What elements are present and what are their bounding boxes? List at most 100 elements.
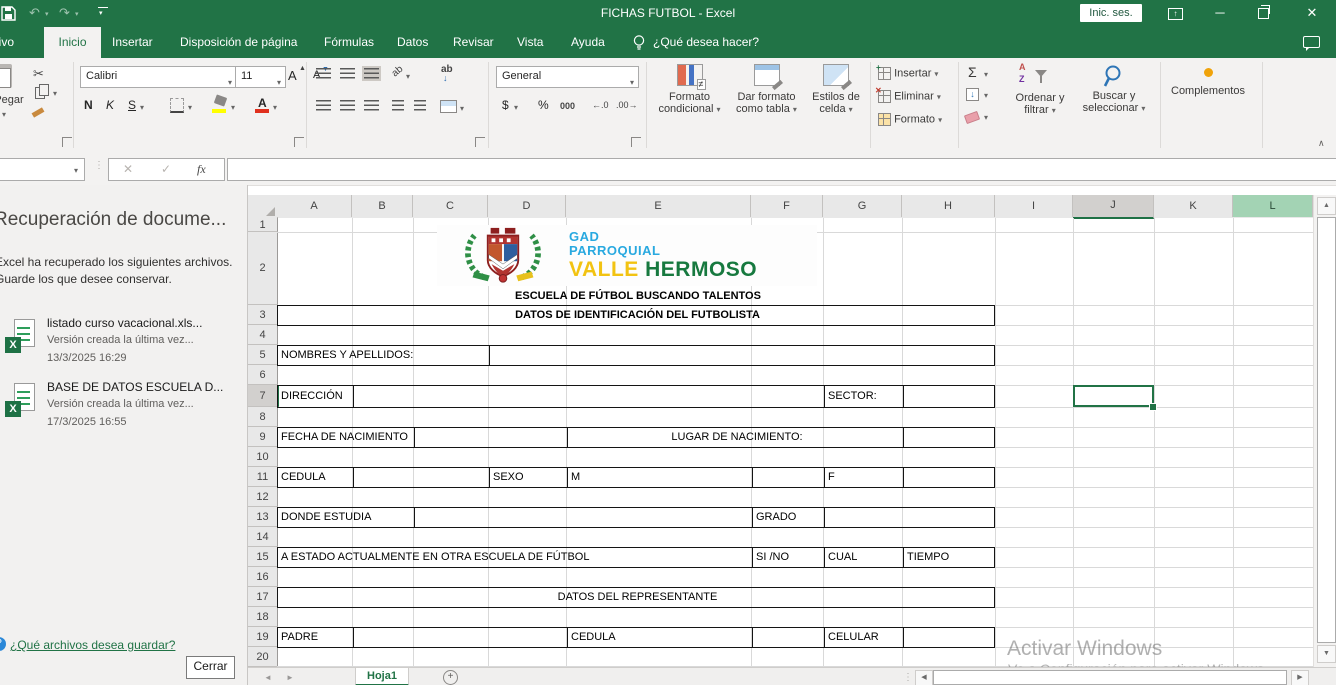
column-header-L[interactable]: L <box>1233 195 1313 217</box>
row-header-6[interactable]: 6 <box>248 365 278 385</box>
increase-decimal-icon[interactable]: ←.0 <box>592 100 609 110</box>
italic-button[interactable]: K <box>106 98 114 112</box>
minimize-button[interactable]: ─ <box>1210 4 1230 22</box>
column-header-B[interactable]: B <box>352 195 413 217</box>
comments-icon[interactable] <box>1303 36 1320 48</box>
tab-revisar[interactable]: Revisar <box>453 27 494 58</box>
format-as-table-button[interactable]: Dar formato como tabla ▾ <box>729 62 804 134</box>
row-header-5[interactable]: 5 <box>248 345 278 365</box>
currency-dropdown-icon[interactable]: ▾ <box>514 103 518 112</box>
merge-dropdown-icon[interactable]: ▾ <box>460 104 464 113</box>
row-header-15[interactable]: 15 <box>248 547 278 567</box>
find-select-button[interactable]: Buscar y seleccionar ▾ <box>1078 62 1150 134</box>
which-files-link[interactable]: ¿Qué archivos desea guardar? <box>10 638 175 652</box>
tab-datos[interactable]: Datos <box>397 27 428 58</box>
paste-dropdown-icon[interactable]: ▾ <box>2 110 6 119</box>
add-ins-button[interactable]: Complementos <box>1158 62 1258 134</box>
horizontal-scroll-thumb[interactable] <box>933 670 1287 685</box>
column-header-F[interactable]: F <box>751 195 823 217</box>
cedula-input-cell[interactable] <box>353 468 354 487</box>
row-cedula[interactable]: CEDULA SEXO M F <box>277 467 995 488</box>
nombres-input-cell[interactable] <box>489 346 490 365</box>
grado-input-cell[interactable] <box>824 508 825 527</box>
collapse-ribbon-icon[interactable]: ∧ <box>1318 138 1325 149</box>
sexo-m-cell[interactable]: M <box>567 468 752 487</box>
sheet-tab-hoja1[interactable]: Hoja1 <box>355 668 409 685</box>
number-format-dropdown-icon[interactable]: ▾ <box>630 73 634 92</box>
orientation-dropdown-icon[interactable]: ▾ <box>406 72 410 81</box>
row-header-20[interactable]: 20 <box>248 647 278 667</box>
sexo-f-mark-cell[interactable] <box>903 468 904 487</box>
format-dropdown-icon[interactable]: ▾ <box>938 115 942 124</box>
row-header-14[interactable]: 14 <box>248 527 278 547</box>
clipboard-dialog-launcher-icon[interactable] <box>62 137 72 147</box>
tell-me-box[interactable]: ¿Qué desea hacer? <box>653 27 759 58</box>
grado-cell[interactable]: GRADO <box>752 508 824 527</box>
celular-cell[interactable]: CELULAR <box>824 628 903 647</box>
lugar-cell[interactable]: LUGAR DE NACIMIENTO: <box>567 428 903 447</box>
column-header-E[interactable]: E <box>566 195 751 217</box>
column-header-I[interactable]: I <box>995 195 1073 217</box>
tab-archivo[interactable]: Archivo <box>0 27 14 58</box>
row-header-13[interactable]: 13 <box>248 507 278 527</box>
active-cell[interactable] <box>1073 385 1154 407</box>
sort-filter-button[interactable]: A Z Ordenar y filtrar ▾ <box>1005 62 1075 134</box>
thousands-format-button[interactable]: 000 <box>560 101 575 111</box>
sector-input-cell[interactable] <box>903 386 904 407</box>
clear-icon[interactable] <box>964 111 980 124</box>
enter-icon[interactable]: ✓ <box>161 162 171 176</box>
sign-in-button[interactable]: Inic. ses. <box>1080 4 1142 22</box>
column-header-J[interactable]: J <box>1073 195 1154 219</box>
row-header-19[interactable]: 19 <box>248 627 278 647</box>
row-fecha[interactable]: FECHA DE NACIMIENTO LUGAR DE NACIMIENTO: <box>277 427 995 448</box>
align-bottom-icon[interactable] <box>364 68 379 79</box>
row-header-4[interactable]: 4 <box>248 325 278 345</box>
underline-dropdown-icon[interactable]: ▾ <box>140 103 144 112</box>
currency-format-button[interactable]: $ <box>502 98 509 112</box>
alignment-dialog-launcher-icon[interactable] <box>475 137 485 147</box>
direccion-input-cell[interactable] <box>353 386 354 407</box>
number-format-combo[interactable]: General▾ <box>496 66 639 88</box>
scroll-up-icon[interactable]: ▲ <box>1317 197 1336 215</box>
ribbon-display-options-icon[interactable]: ↑ <box>1168 8 1183 20</box>
conditional-formatting-button[interactable]: ≠ Formato condicional ▾ <box>652 62 727 134</box>
sector-cell[interactable]: SECTOR: <box>824 386 903 407</box>
font-color-icon[interactable]: A <box>258 96 267 110</box>
row-header-12[interactable]: 12 <box>248 487 278 507</box>
align-left-icon[interactable] <box>316 100 331 111</box>
row-padre[interactable]: PADRE CEDULA CELULAR <box>277 627 995 648</box>
copy-icon[interactable] <box>35 87 45 99</box>
redo-icon[interactable]: ↷ <box>59 6 70 19</box>
row-header-1[interactable]: 1 <box>248 218 278 232</box>
close-button[interactable]: ✕ <box>1302 4 1322 22</box>
cut-icon[interactable]: ✂ <box>33 66 44 82</box>
row-estado[interactable]: A ESTADO ACTUALMENTE EN OTRA ESCUELA DE … <box>277 547 995 568</box>
tab-formulas[interactable]: Fórmulas <box>324 27 374 58</box>
tab-vista[interactable]: Vista <box>517 27 543 58</box>
bold-button[interactable]: N <box>84 98 93 112</box>
column-header-A[interactable]: A <box>277 195 352 217</box>
club-logo-image[interactable]: GAD PARROQUIAL VALLE HERMOSO <box>437 225 817 286</box>
font-dialog-launcher-icon[interactable] <box>294 137 304 147</box>
recovered-file-item[interactable]: X listado curso vacacional.xls... Versió… <box>0 313 247 375</box>
row-direccion[interactable]: DIRECCIÓN SECTOR: <box>277 385 995 408</box>
column-header-G[interactable]: G <box>823 195 902 217</box>
row-header-2[interactable]: 2 <box>248 232 278 305</box>
qat-customize-caret-icon[interactable]: ▾ <box>99 9 103 17</box>
paste-button[interactable]: Pegar <box>0 94 34 106</box>
row-header-11[interactable]: 11 <box>248 467 278 487</box>
font-name-combo[interactable]: Calibri▾ <box>80 66 237 88</box>
row-header-18[interactable]: 18 <box>248 607 278 627</box>
row-header-3[interactable]: 3 <box>248 305 278 325</box>
merge-center-icon[interactable] <box>440 100 457 113</box>
decrease-decimal-icon[interactable]: .00→ <box>616 100 638 110</box>
section2-title-cell[interactable]: DATOS DEL REPRESENTANTE <box>277 587 995 608</box>
font-size-combo[interactable]: 11▾ <box>235 66 286 88</box>
sino-cell[interactable]: SI /NO <box>752 548 824 567</box>
percent-format-button[interactable]: % <box>538 98 549 112</box>
increase-indent-icon[interactable] <box>414 100 426 111</box>
vertical-scrollbar[interactable]: ▲ ▼ <box>1313 195 1336 667</box>
fill-icon[interactable]: ↓ <box>966 88 979 101</box>
font-color-dropdown-icon[interactable]: ▾ <box>273 103 277 112</box>
sexo-f-cell[interactable]: F <box>824 468 903 487</box>
